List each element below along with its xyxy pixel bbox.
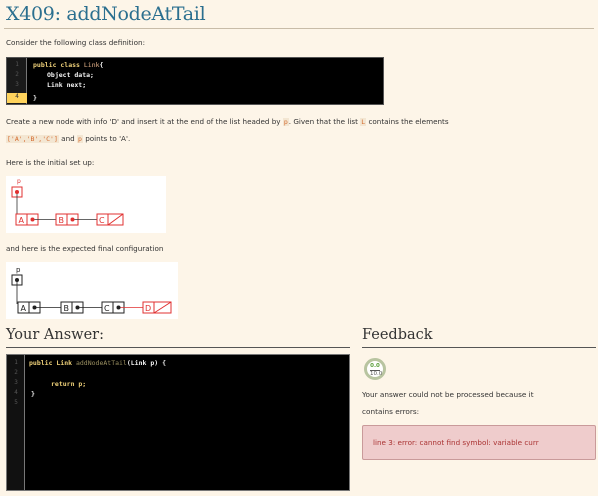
code-line-1: public class Link{ <box>33 61 104 69</box>
initial-setup-label: Here is the initial set up: <box>6 158 95 167</box>
code-gutter: 1 2 3 4 <box>7 58 27 104</box>
answer-divider <box>6 347 350 348</box>
line-number: 4 <box>14 389 18 396</box>
code-line-2: Object data; <box>47 71 94 79</box>
editor-gutter: 1 2 3 4 5 <box>7 355 25 490</box>
feedback-message-line-2: contains errors: <box>362 407 420 416</box>
class-definition-code: 1 2 3 4 public class Link{ Object data; … <box>6 57 384 105</box>
node-label: C <box>99 216 105 225</box>
node-label: B <box>59 216 65 225</box>
pointer-label: p <box>16 266 21 274</box>
line-number: 2 <box>14 369 18 376</box>
node-label: A <box>21 304 27 313</box>
code-line-3: Link next; <box>47 81 87 89</box>
score-earned: 0.0 <box>370 363 380 369</box>
line-number: 1 <box>15 61 19 68</box>
final-list-svg: p A B C D <box>11 266 172 314</box>
line-number: 4 <box>7 93 27 103</box>
node-label: C <box>104 304 110 313</box>
score-total: 10.0 <box>370 370 383 377</box>
initial-list-diagram: p A B C <box>6 176 166 233</box>
prompt-line-1: Create a new node with info 'D' and inse… <box>6 117 449 126</box>
line-number: 2 <box>15 71 19 78</box>
node-label: D <box>145 304 151 313</box>
intro-text: Consider the following class definition: <box>6 38 145 47</box>
title-divider <box>4 28 594 29</box>
line-number: 5 <box>14 399 18 406</box>
final-list-diagram: p A B C D <box>6 262 178 319</box>
pointer-label: p <box>17 178 21 185</box>
line-number: 3 <box>14 379 18 386</box>
code-line-4: } <box>33 94 37 102</box>
node-label: B <box>64 304 70 313</box>
answer-line-3[interactable]: return p; <box>51 380 86 388</box>
feedback-heading: Feedback <box>362 327 433 343</box>
error-message: line 3: error: cannot find symbol: varia… <box>373 438 539 447</box>
feedback-message-line-1: Your answer could not be processed becau… <box>362 390 534 399</box>
node-label: A <box>19 216 25 225</box>
initial-list-svg: p A B C <box>11 178 124 226</box>
final-config-label: and here is the expected final configura… <box>6 244 164 253</box>
answer-line-1[interactable]: public Link addNodeAtTail(Link p) { <box>29 359 166 367</box>
line-number: 1 <box>14 359 18 366</box>
feedback-divider <box>362 347 596 348</box>
prompt-line-2: ['A','B','C'] and p points to 'A'. <box>6 134 131 143</box>
score-badge: 0.0 10.0 <box>364 358 386 380</box>
error-alert: line 3: error: cannot find symbol: varia… <box>362 425 596 460</box>
answer-code-editor[interactable]: 1 2 3 4 5 public Link addNodeAtTail(Link… <box>6 354 350 491</box>
page-title: X409: addNodeAtTail <box>6 3 206 25</box>
answer-line-4[interactable]: } <box>31 390 35 398</box>
line-number: 3 <box>15 81 19 88</box>
your-answer-heading: Your Answer: <box>6 327 104 343</box>
